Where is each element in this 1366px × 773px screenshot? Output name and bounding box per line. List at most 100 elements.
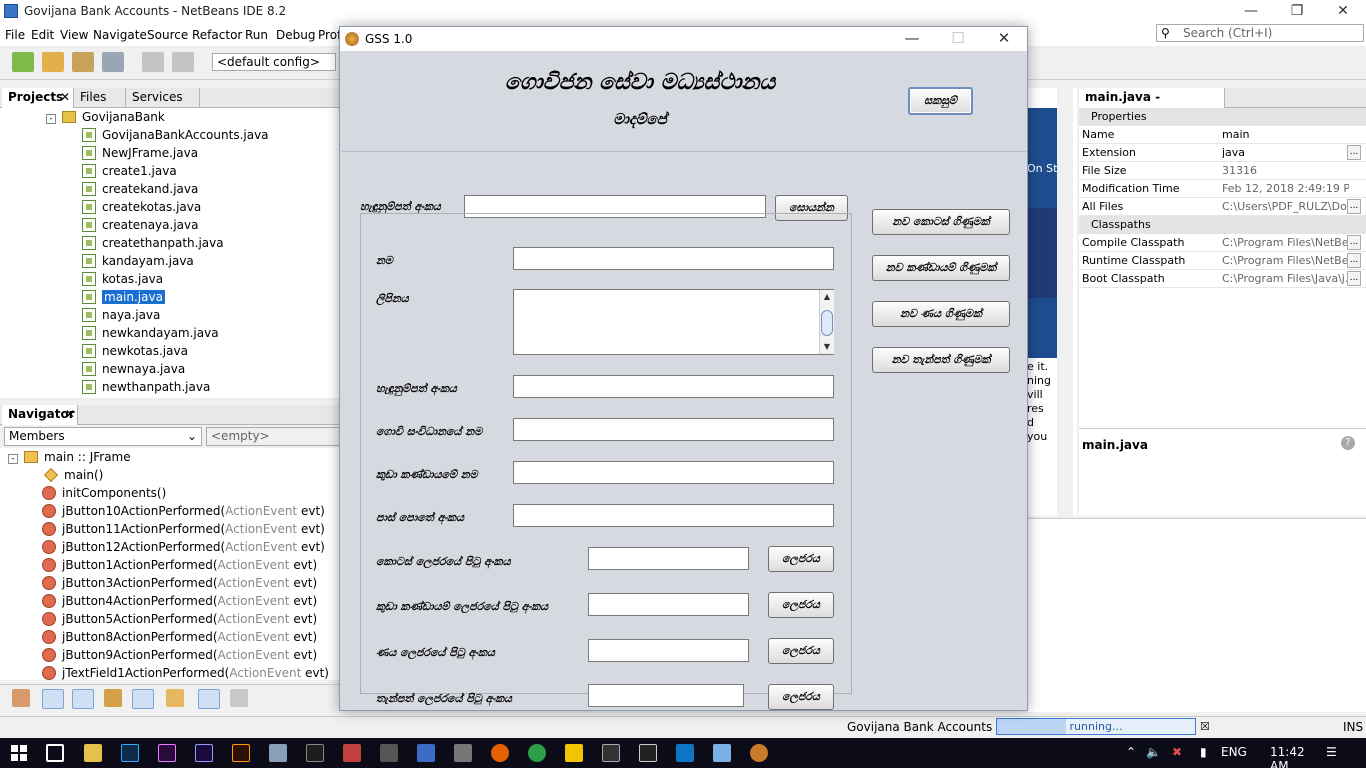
menu-run[interactable]: Run <box>245 28 268 42</box>
scroll-down-icon[interactable]: ▼ <box>820 340 834 354</box>
member-item[interactable]: jButton12ActionPerformed(ActionEvent evt… <box>42 538 325 556</box>
clock[interactable]: 11:42 AM <box>1270 745 1305 773</box>
editor-scrollbar[interactable] <box>1057 88 1073 516</box>
illustrator-icon[interactable] <box>232 744 250 762</box>
file-item[interactable]: createkand.java <box>82 180 198 198</box>
menu-view[interactable]: View <box>60 28 88 42</box>
property-row[interactable]: Extension java... <box>1079 144 1366 162</box>
loan-ledger-button[interactable]: ලෙජරය <box>768 638 834 664</box>
classpath-row[interactable]: Runtime Classpath C:\Program Files\NetBe.… <box>1079 252 1366 270</box>
chrome-icon[interactable] <box>528 744 546 762</box>
language-indicator[interactable]: ENG <box>1221 745 1247 759</box>
network-icon[interactable]: ✖ <box>1172 745 1182 759</box>
close-button[interactable]: ✕ <box>981 27 1027 51</box>
sort-source-icon[interactable] <box>230 689 248 707</box>
netbeans-taskbar-icon[interactable] <box>713 744 731 762</box>
members-select[interactable]: Members ⌄ <box>4 427 202 446</box>
deposit-ledger-button[interactable]: ලෙජරය <box>768 684 834 710</box>
battery-icon[interactable]: ▮ <box>1200 745 1207 759</box>
new-deposit-account-button[interactable]: නව තැන්පත් ගිණුමක් <box>872 347 1010 373</box>
member-item[interactable]: jButton10ActionPerformed(ActionEvent evt… <box>42 502 325 520</box>
ellipsis-button[interactable]: ... <box>1347 199 1361 214</box>
property-row[interactable]: All Files C:\Users\PDF_RULZ\Do...... <box>1079 198 1366 216</box>
calculator-icon[interactable] <box>454 744 472 762</box>
settings-button[interactable]: සකසුම් <box>908 87 973 115</box>
filter-inherited-icon[interactable] <box>132 689 154 709</box>
file-item[interactable]: newnaya.java <box>82 360 185 378</box>
fqn-icon[interactable] <box>166 689 184 707</box>
deposit-ledger-input[interactable] <box>588 684 744 707</box>
file-item[interactable]: NewJFrame.java <box>82 144 198 162</box>
app-icon[interactable] <box>602 744 620 762</box>
file-item[interactable]: kotas.java <box>82 270 163 288</box>
close-icon[interactable]: ✕ <box>60 88 70 107</box>
volume-icon[interactable]: 🔈 <box>1146 745 1161 759</box>
member-item[interactable]: jButton4ActionPerformed(ActionEvent evt) <box>42 592 317 610</box>
new-project-icon[interactable] <box>42 52 64 72</box>
java-app-icon[interactable] <box>750 744 768 762</box>
member-item[interactable]: jButton3ActionPerformed(ActionEvent evt) <box>42 574 317 592</box>
new-share-account-button[interactable]: නව කොටස් ගිණුමක් <box>872 209 1010 235</box>
class-node[interactable]: - main :: JFrame <box>8 448 131 466</box>
config-select[interactable]: <default config> <box>212 53 336 71</box>
close-icon[interactable]: ✕ <box>65 405 75 424</box>
firefox-icon[interactable] <box>491 744 509 762</box>
member-item[interactable]: initComponents() <box>42 484 166 502</box>
filter-icon[interactable] <box>12 689 30 707</box>
loan-ledger-input[interactable] <box>588 639 749 662</box>
share-ledger-button[interactable]: ලෙජරය <box>768 546 834 572</box>
help-icon[interactable]: ? <box>1341 436 1355 450</box>
notification-icon[interactable]: ☰ <box>1326 745 1337 759</box>
property-row[interactable]: File Size 31316 <box>1079 162 1366 180</box>
navigator-filter-input[interactable]: <empty> <box>206 427 340 446</box>
save-all-icon[interactable] <box>102 52 124 72</box>
file-item[interactable]: naya.java <box>82 306 160 324</box>
property-row[interactable]: Modification Time Feb 12, 2018 2:49:19 PM <box>1079 180 1366 198</box>
sort-name-icon[interactable] <box>198 689 220 709</box>
tab-services[interactable]: Services <box>126 88 200 108</box>
scroll-up-icon[interactable]: ▲ <box>820 290 834 304</box>
classpath-row[interactable]: Compile Classpath C:\Program Files\NetBe.… <box>1079 234 1366 252</box>
app-icon[interactable] <box>380 744 398 762</box>
member-item[interactable]: jButton8ActionPerformed(ActionEvent evt) <box>42 628 317 646</box>
package-node[interactable]: - GovijanaBank <box>46 108 165 126</box>
cmd-icon[interactable] <box>639 744 657 762</box>
lock-icon[interactable] <box>104 689 122 707</box>
member-item[interactable]: jButton9ActionPerformed(ActionEvent evt) <box>42 646 317 664</box>
premiere-icon[interactable] <box>158 744 176 762</box>
member-item[interactable]: jButton11ActionPerformed(ActionEvent evt… <box>42 520 325 538</box>
address-scrollbar[interactable]: ▲ ▼ <box>819 290 834 354</box>
minimize-button[interactable]: — <box>889 27 935 51</box>
powershell-icon[interactable] <box>306 744 324 762</box>
properties-section[interactable]: Properties <box>1079 108 1366 126</box>
file-explorer-icon[interactable] <box>84 744 102 762</box>
tab-projects[interactable]: Projects ✕ <box>2 88 74 108</box>
ellipsis-button[interactable]: ... <box>1347 145 1361 160</box>
name-input[interactable] <box>513 247 834 270</box>
app-icon[interactable] <box>565 744 583 762</box>
member-item[interactable]: main() <box>42 466 103 484</box>
address-textarea[interactable]: ▲ ▼ <box>513 289 834 355</box>
task-view-icon[interactable] <box>46 744 64 762</box>
restore-button[interactable]: ❐ <box>1274 0 1320 24</box>
close-button[interactable]: ✕ <box>1320 0 1366 24</box>
undo-icon[interactable] <box>142 52 164 72</box>
file-item[interactable]: createnaya.java <box>82 216 198 234</box>
new-group-account-button[interactable]: නව කණ්ඩායම් ගිණුමක් <box>872 255 1010 281</box>
menu-source[interactable]: Source <box>147 28 188 42</box>
computer-icon[interactable] <box>269 744 287 762</box>
ide-search-field[interactable]: ⚲ Search (Ctrl+I) <box>1156 24 1364 42</box>
tab-properties[interactable]: main.java - Properties✕ <box>1079 88 1225 123</box>
file-item[interactable]: newthanpath.java <box>82 378 210 396</box>
photoshop-icon[interactable] <box>121 744 139 762</box>
ellipsis-button[interactable]: ... <box>1347 235 1361 250</box>
file-item[interactable]: create1.java <box>82 162 177 180</box>
menu-file[interactable]: File <box>5 28 25 42</box>
store-icon[interactable] <box>417 744 435 762</box>
classpath-row[interactable]: Boot Classpath C:\Program Files\Java\j...… <box>1079 270 1366 288</box>
ellipsis-button[interactable]: ... <box>1347 271 1361 286</box>
group-name-input[interactable] <box>513 461 834 484</box>
nic-input[interactable] <box>513 375 834 398</box>
chevron-up-icon[interactable]: ⌃ <box>1126 745 1136 759</box>
new-loan-account-button[interactable]: නව ණය ගිණුමක් <box>872 301 1010 327</box>
